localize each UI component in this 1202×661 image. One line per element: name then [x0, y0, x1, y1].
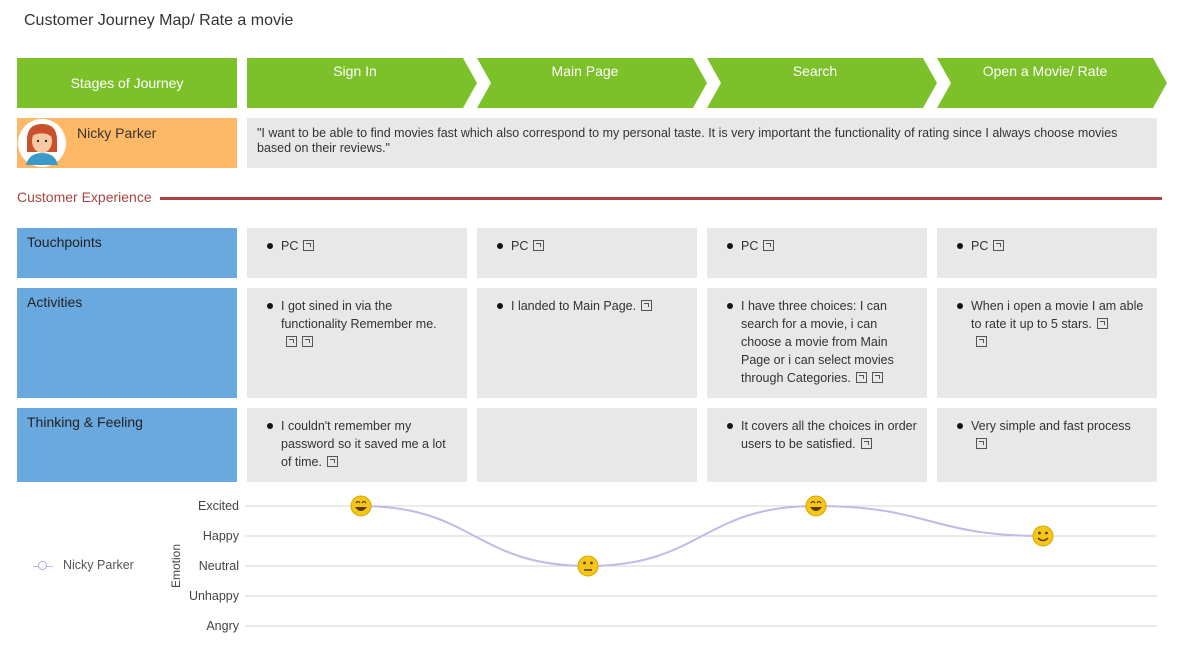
link-icon[interactable] — [993, 240, 1005, 251]
persona-card: Nicky Parker — [17, 118, 237, 168]
emotion-chart: Excited Happy Neutral Unhappy Angry Emotion — [169, 495, 1157, 633]
list-item: When i open a movie I am able to rate it… — [957, 297, 1147, 351]
y-tick-label: Neutral — [199, 559, 239, 573]
row-head-activities: Activities — [17, 288, 237, 398]
stage-arrow: Main Page — [477, 58, 707, 108]
cell-text: I landed to Main Page. — [511, 299, 637, 313]
activity-cell: When i open a movie I am able to rate it… — [937, 288, 1157, 398]
note-icon[interactable] — [1096, 318, 1108, 329]
list-item: PC — [957, 237, 1147, 255]
list-item: PC — [267, 237, 457, 255]
emotion-point-icon — [350, 495, 372, 517]
stage-arrow: Search — [707, 58, 937, 108]
list-item: I have three choices: I can search for a… — [727, 297, 917, 387]
list-item: I landed to Main Page. — [497, 297, 687, 315]
stages-header: Stages of Journey — [17, 58, 237, 108]
stage-label: Main Page — [551, 63, 619, 79]
link-icon[interactable] — [303, 240, 315, 251]
note-icon[interactable] — [327, 456, 338, 467]
stage-arrow: Sign In — [247, 58, 477, 108]
stage-label: Search — [792, 63, 838, 79]
note-icon[interactable] — [286, 336, 297, 347]
link-icon[interactable] — [763, 240, 775, 251]
section-label: Customer Experience — [17, 189, 152, 205]
stage-label: Open a Movie/ Rate — [982, 63, 1108, 79]
link-icon[interactable] — [976, 336, 987, 347]
cell-text: I got sined in via the functionality Rem… — [281, 299, 437, 331]
list-item: It covers all the choices in order users… — [727, 417, 917, 453]
cell-text: PC — [511, 239, 529, 253]
list-item: I got sined in via the functionality Rem… — [267, 297, 457, 351]
thinking-cell-empty — [477, 408, 697, 482]
touchpoint-cell: PC — [477, 228, 697, 278]
cell-text: Very simple and fast process — [971, 419, 1131, 433]
y-tick-label: Excited — [198, 499, 239, 513]
y-tick-label: Happy — [203, 529, 240, 543]
activity-cell: I landed to Main Page. — [477, 288, 697, 398]
touchpoint-cell: PC — [247, 228, 467, 278]
link-icon[interactable] — [533, 240, 545, 251]
y-tick-label: Angry — [206, 619, 239, 633]
persona-name: Nicky Parker — [77, 125, 157, 141]
activity-cell: I have three choices: I can search for a… — [707, 288, 927, 398]
row-head-thinking: Thinking & Feeling — [17, 408, 237, 482]
stage-label: Sign In — [333, 63, 377, 79]
cell-text: I couldn't remember my password so it sa… — [281, 419, 446, 469]
emotion-point-icon — [577, 555, 599, 577]
link-icon[interactable] — [871, 372, 883, 383]
touchpoint-cell: PC — [937, 228, 1157, 278]
y-tick-label: Unhappy — [189, 589, 240, 603]
y-axis-label: Emotion — [169, 544, 183, 588]
emotion-point-icon — [1032, 525, 1054, 547]
list-item: PC — [727, 237, 917, 255]
note-icon[interactable] — [860, 438, 872, 449]
thinking-cell: It covers all the choices in order users… — [707, 408, 927, 482]
list-item: PC — [497, 237, 687, 255]
note-icon[interactable] — [641, 300, 653, 311]
activity-cell: I got sined in via the functionality Rem… — [247, 288, 467, 398]
page-title: Customer Journey Map/ Rate a movie — [24, 12, 294, 29]
note-icon[interactable] — [976, 438, 987, 449]
cell-text: When i open a movie I am able to rate it… — [971, 299, 1144, 331]
section-divider — [160, 197, 1162, 200]
cell-text: PC — [971, 239, 989, 253]
emotion-point-icon — [805, 495, 827, 517]
thinking-cell: I couldn't remember my password so it sa… — [247, 408, 467, 482]
persona-quote: "I want to be able to find movies fast w… — [247, 118, 1157, 168]
stage-arrow: Open a Movie/ Rate — [937, 58, 1167, 108]
list-item: I couldn't remember my password so it sa… — [267, 417, 457, 471]
note-icon[interactable] — [855, 372, 867, 383]
cell-text: It covers all the choices in order users… — [741, 419, 917, 451]
avatar — [18, 119, 66, 167]
touchpoint-cell: PC — [707, 228, 927, 278]
list-item: Very simple and fast process — [957, 417, 1147, 453]
cell-text: PC — [741, 239, 759, 253]
thinking-cell: Very simple and fast process — [937, 408, 1157, 482]
row-head-touchpoints: Touchpoints — [17, 228, 237, 278]
link-icon[interactable] — [302, 336, 313, 347]
cell-text: PC — [281, 239, 299, 253]
